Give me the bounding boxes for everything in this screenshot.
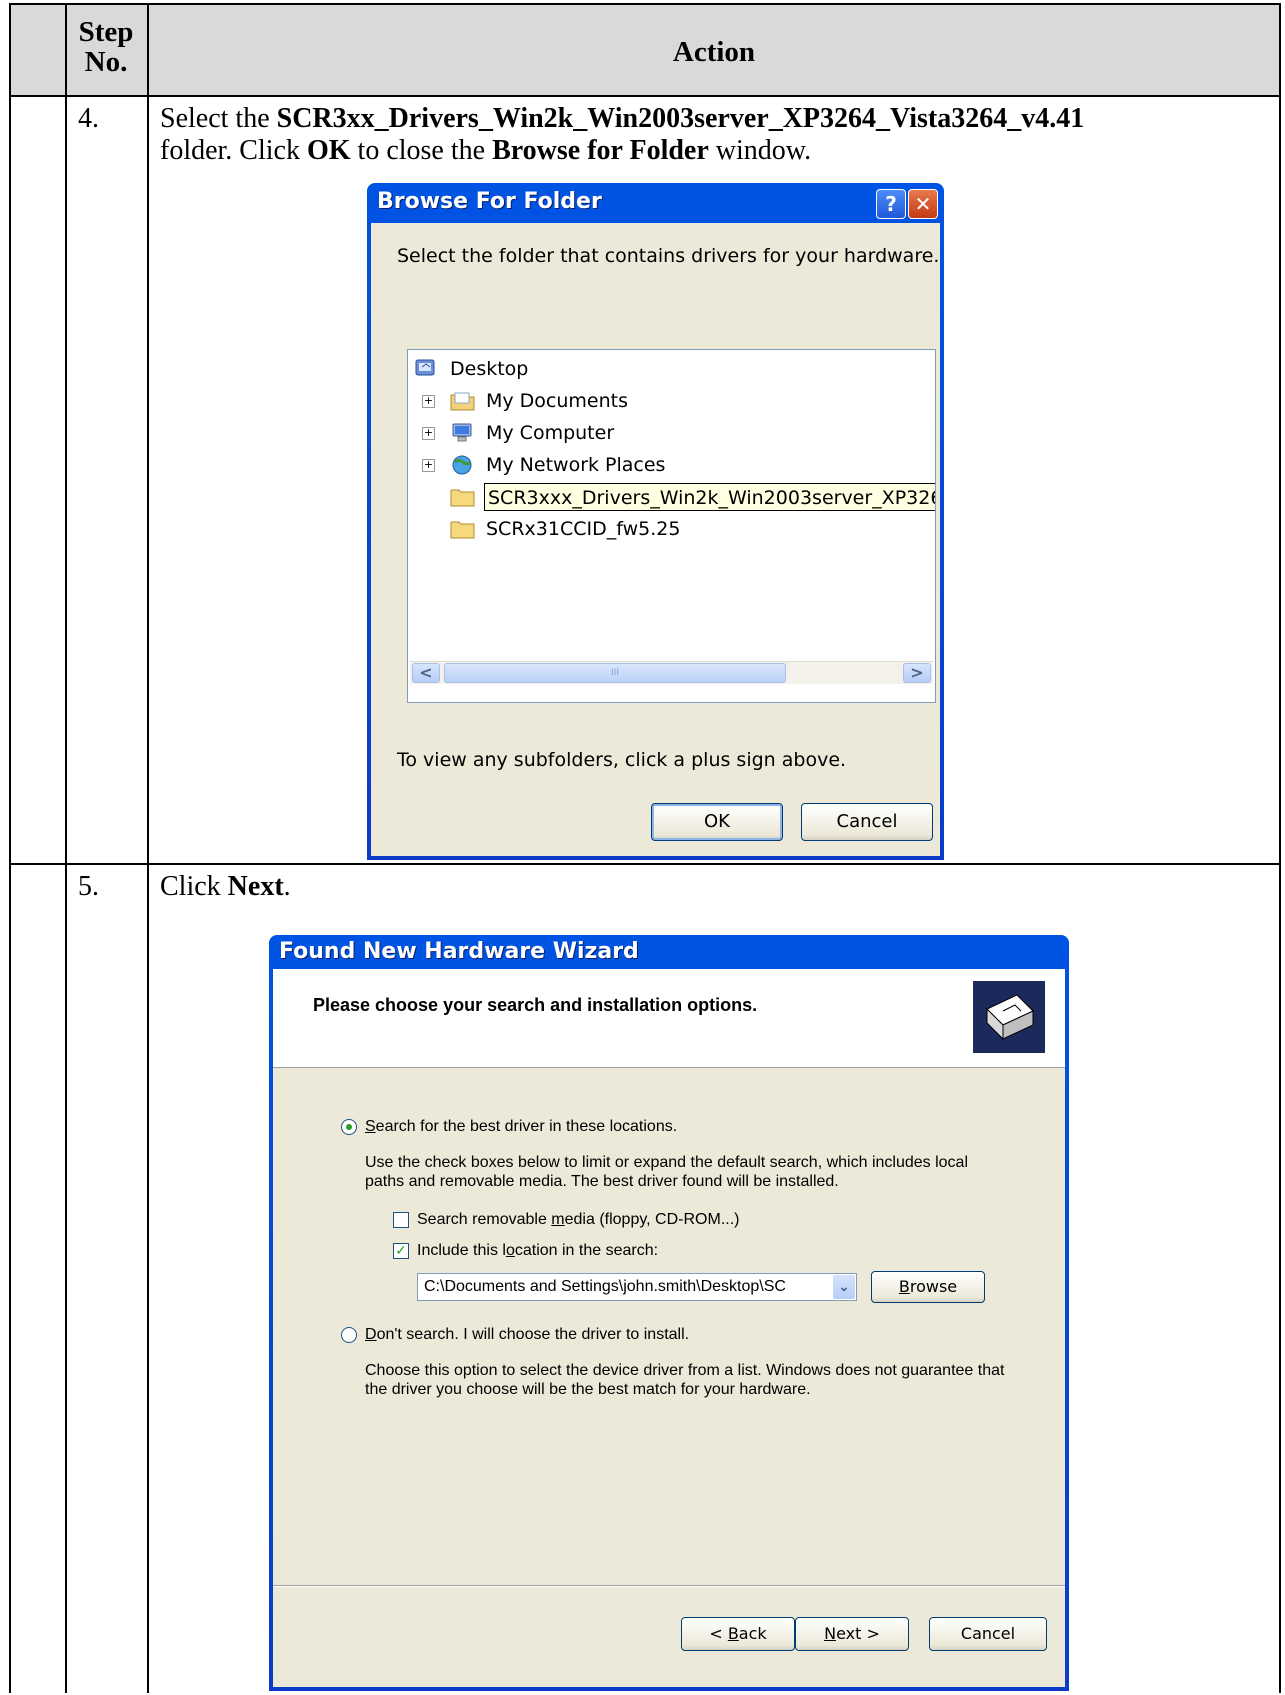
location-path-combobox[interactable]: C:\Documents and Settings\john.smith\Des… bbox=[417, 1273, 857, 1301]
next-button[interactable]: Next > bbox=[795, 1617, 909, 1651]
column-divider bbox=[147, 3, 149, 1693]
tree-item-label: My Documents bbox=[486, 390, 629, 412]
mnemonic: o bbox=[505, 1242, 515, 1259]
table-border-left bbox=[9, 3, 11, 1693]
location-path-value: C:\Documents and Settings\john.smith\Des… bbox=[424, 1278, 786, 1295]
back-button[interactable]: < Back bbox=[681, 1617, 795, 1651]
mnemonic: S bbox=[365, 1118, 376, 1135]
chevron-down-icon[interactable]: ⌄ bbox=[833, 1275, 855, 1299]
table-border-top bbox=[9, 3, 1281, 5]
label-text: edia (floppy, CD-ROM...) bbox=[564, 1211, 740, 1228]
desktop-icon bbox=[415, 359, 435, 376]
scroll-thumb[interactable]: III bbox=[444, 663, 786, 683]
ok-button[interactable]: OK bbox=[651, 803, 783, 841]
scroll-left-button[interactable]: < bbox=[412, 663, 440, 683]
instruction-text: Select the bbox=[160, 103, 277, 134]
mnemonic: B bbox=[898, 1277, 910, 1296]
wizard-header-title: Please choose your search and installati… bbox=[313, 995, 758, 1015]
instruction-text: . bbox=[283, 871, 291, 902]
instruction-text: to close the bbox=[350, 135, 493, 166]
my-computer-icon bbox=[452, 423, 472, 442]
expand-icon[interactable]: + bbox=[422, 459, 435, 472]
radio-dont-search[interactable] bbox=[341, 1327, 357, 1343]
header-step-line2: No. bbox=[84, 46, 128, 78]
checkbox-include-location[interactable]: ✓ bbox=[393, 1243, 409, 1259]
folder-name-bold: SCR3xx_Drivers_Win2k_Win2003server_XP326… bbox=[276, 103, 1085, 134]
header-action: Action bbox=[672, 36, 756, 68]
radio-search-best-driver-label: Search for the best driver in these loca… bbox=[365, 1117, 677, 1136]
header-step-no: Step No. bbox=[65, 17, 147, 77]
radio-search-best-driver[interactable] bbox=[341, 1119, 357, 1135]
wizard-title: Found New Hardware Wizard bbox=[279, 939, 639, 964]
label-text: ext > bbox=[836, 1624, 880, 1643]
column-divider bbox=[65, 3, 67, 1693]
tree-item-label: My Computer bbox=[486, 422, 615, 444]
label-text: Include this l bbox=[417, 1242, 506, 1259]
instruction-text: Click bbox=[160, 871, 228, 902]
radio-selected-dot bbox=[346, 1124, 352, 1130]
checkbox-removable-media-label: Search removable media (floppy, CD-ROM..… bbox=[417, 1210, 739, 1229]
expand-icon[interactable]: + bbox=[422, 427, 435, 440]
step-5-instruction: Click Next. bbox=[160, 871, 291, 903]
checkbox-removable-media[interactable] bbox=[393, 1212, 409, 1228]
scroll-right-button[interactable]: > bbox=[903, 663, 931, 683]
next-bold: Next bbox=[227, 871, 284, 902]
mnemonic: B bbox=[727, 1624, 739, 1643]
instruction-text: folder. Click bbox=[160, 135, 307, 166]
folder-tree[interactable]: Desktop + My Documents + My Computer + M… bbox=[407, 349, 936, 703]
tree-item-label: SCR3xxx_Drivers_Win2k_Win2003server_XP32… bbox=[484, 483, 935, 511]
dialog-instruction: Select the folder that contains drivers … bbox=[397, 245, 940, 267]
mnemonic: N bbox=[824, 1624, 837, 1643]
wizard-body: Please choose your search and installati… bbox=[273, 969, 1065, 1687]
mnemonic: m bbox=[551, 1211, 565, 1228]
row-divider bbox=[9, 863, 1281, 865]
radio1-description-line1: Use the check boxes below to limit or ex… bbox=[365, 1154, 968, 1171]
label-text: ack bbox=[738, 1624, 767, 1643]
cancel-button[interactable]: Cancel bbox=[801, 803, 933, 841]
wizard-cancel-button[interactable]: Cancel bbox=[929, 1617, 1047, 1651]
row-divider bbox=[9, 95, 1281, 97]
tree-item-label: My Network Places bbox=[486, 454, 666, 476]
horizontal-scrollbar[interactable]: < III > bbox=[410, 661, 933, 684]
found-new-hardware-wizard: Found New Hardware Wizard Please choose … bbox=[269, 935, 1069, 1691]
checkbox-include-location-label: Include this location in the search: bbox=[417, 1241, 658, 1260]
wizard-header: Please choose your search and installati… bbox=[273, 969, 1065, 1068]
dialog-body: Select the folder that contains drivers … bbox=[371, 223, 940, 856]
radio1-description-line2: paths and removable media. The best driv… bbox=[365, 1173, 839, 1190]
dialog-title: Browse For Folder bbox=[377, 189, 602, 214]
ok-bold: OK bbox=[306, 135, 351, 166]
network-places-icon bbox=[452, 455, 472, 475]
radio-dont-search-label: Don't search. I will choose the driver t… bbox=[365, 1325, 689, 1344]
browse-button[interactable]: Browse bbox=[871, 1271, 985, 1303]
label-text: on't search. I will choose the driver to… bbox=[376, 1326, 690, 1343]
radio2-description-line1: Choose this option to select the device … bbox=[365, 1362, 1005, 1379]
label-text: earch for the best driver in these locat… bbox=[375, 1118, 678, 1135]
browse-for-folder-dialog: Browse For Folder ? ✕ Select the folder … bbox=[367, 183, 944, 860]
browse-for-folder-bold: Browse for Folder bbox=[492, 135, 709, 166]
expand-icon[interactable]: + bbox=[422, 395, 435, 408]
mnemonic: D bbox=[365, 1326, 377, 1343]
label-text: cation in the search: bbox=[514, 1242, 659, 1259]
scroll-grip: III bbox=[611, 668, 619, 678]
footer-divider bbox=[273, 1585, 1065, 1586]
help-button[interactable]: ? bbox=[876, 189, 906, 219]
step-number: 5. bbox=[78, 871, 99, 902]
header-step-line1: Step bbox=[78, 16, 134, 48]
label-text: Search removable bbox=[417, 1211, 552, 1228]
instruction-text: window. bbox=[708, 135, 812, 166]
folder-icon bbox=[450, 489, 475, 507]
step-4-instruction: Select the SCR3xx_Drivers_Win2k_Win2003s… bbox=[160, 103, 1084, 167]
close-button[interactable]: ✕ bbox=[908, 189, 938, 219]
tree-item-label: Desktop bbox=[450, 358, 529, 380]
my-documents-icon bbox=[450, 392, 475, 411]
folder-icon bbox=[450, 521, 475, 539]
tree-item-label: SCRx31CCID_fw5.25 bbox=[486, 518, 681, 540]
label-text: rowse bbox=[909, 1277, 958, 1296]
hardware-wizard-icon bbox=[973, 981, 1045, 1053]
radio2-description-line2: the driver you choose will be the best m… bbox=[365, 1381, 811, 1398]
table-border-right bbox=[1279, 3, 1281, 1693]
label-text: < bbox=[709, 1624, 728, 1643]
step-number: 4. bbox=[78, 103, 99, 134]
dialog-hint: To view any subfolders, click a plus sig… bbox=[397, 749, 847, 771]
